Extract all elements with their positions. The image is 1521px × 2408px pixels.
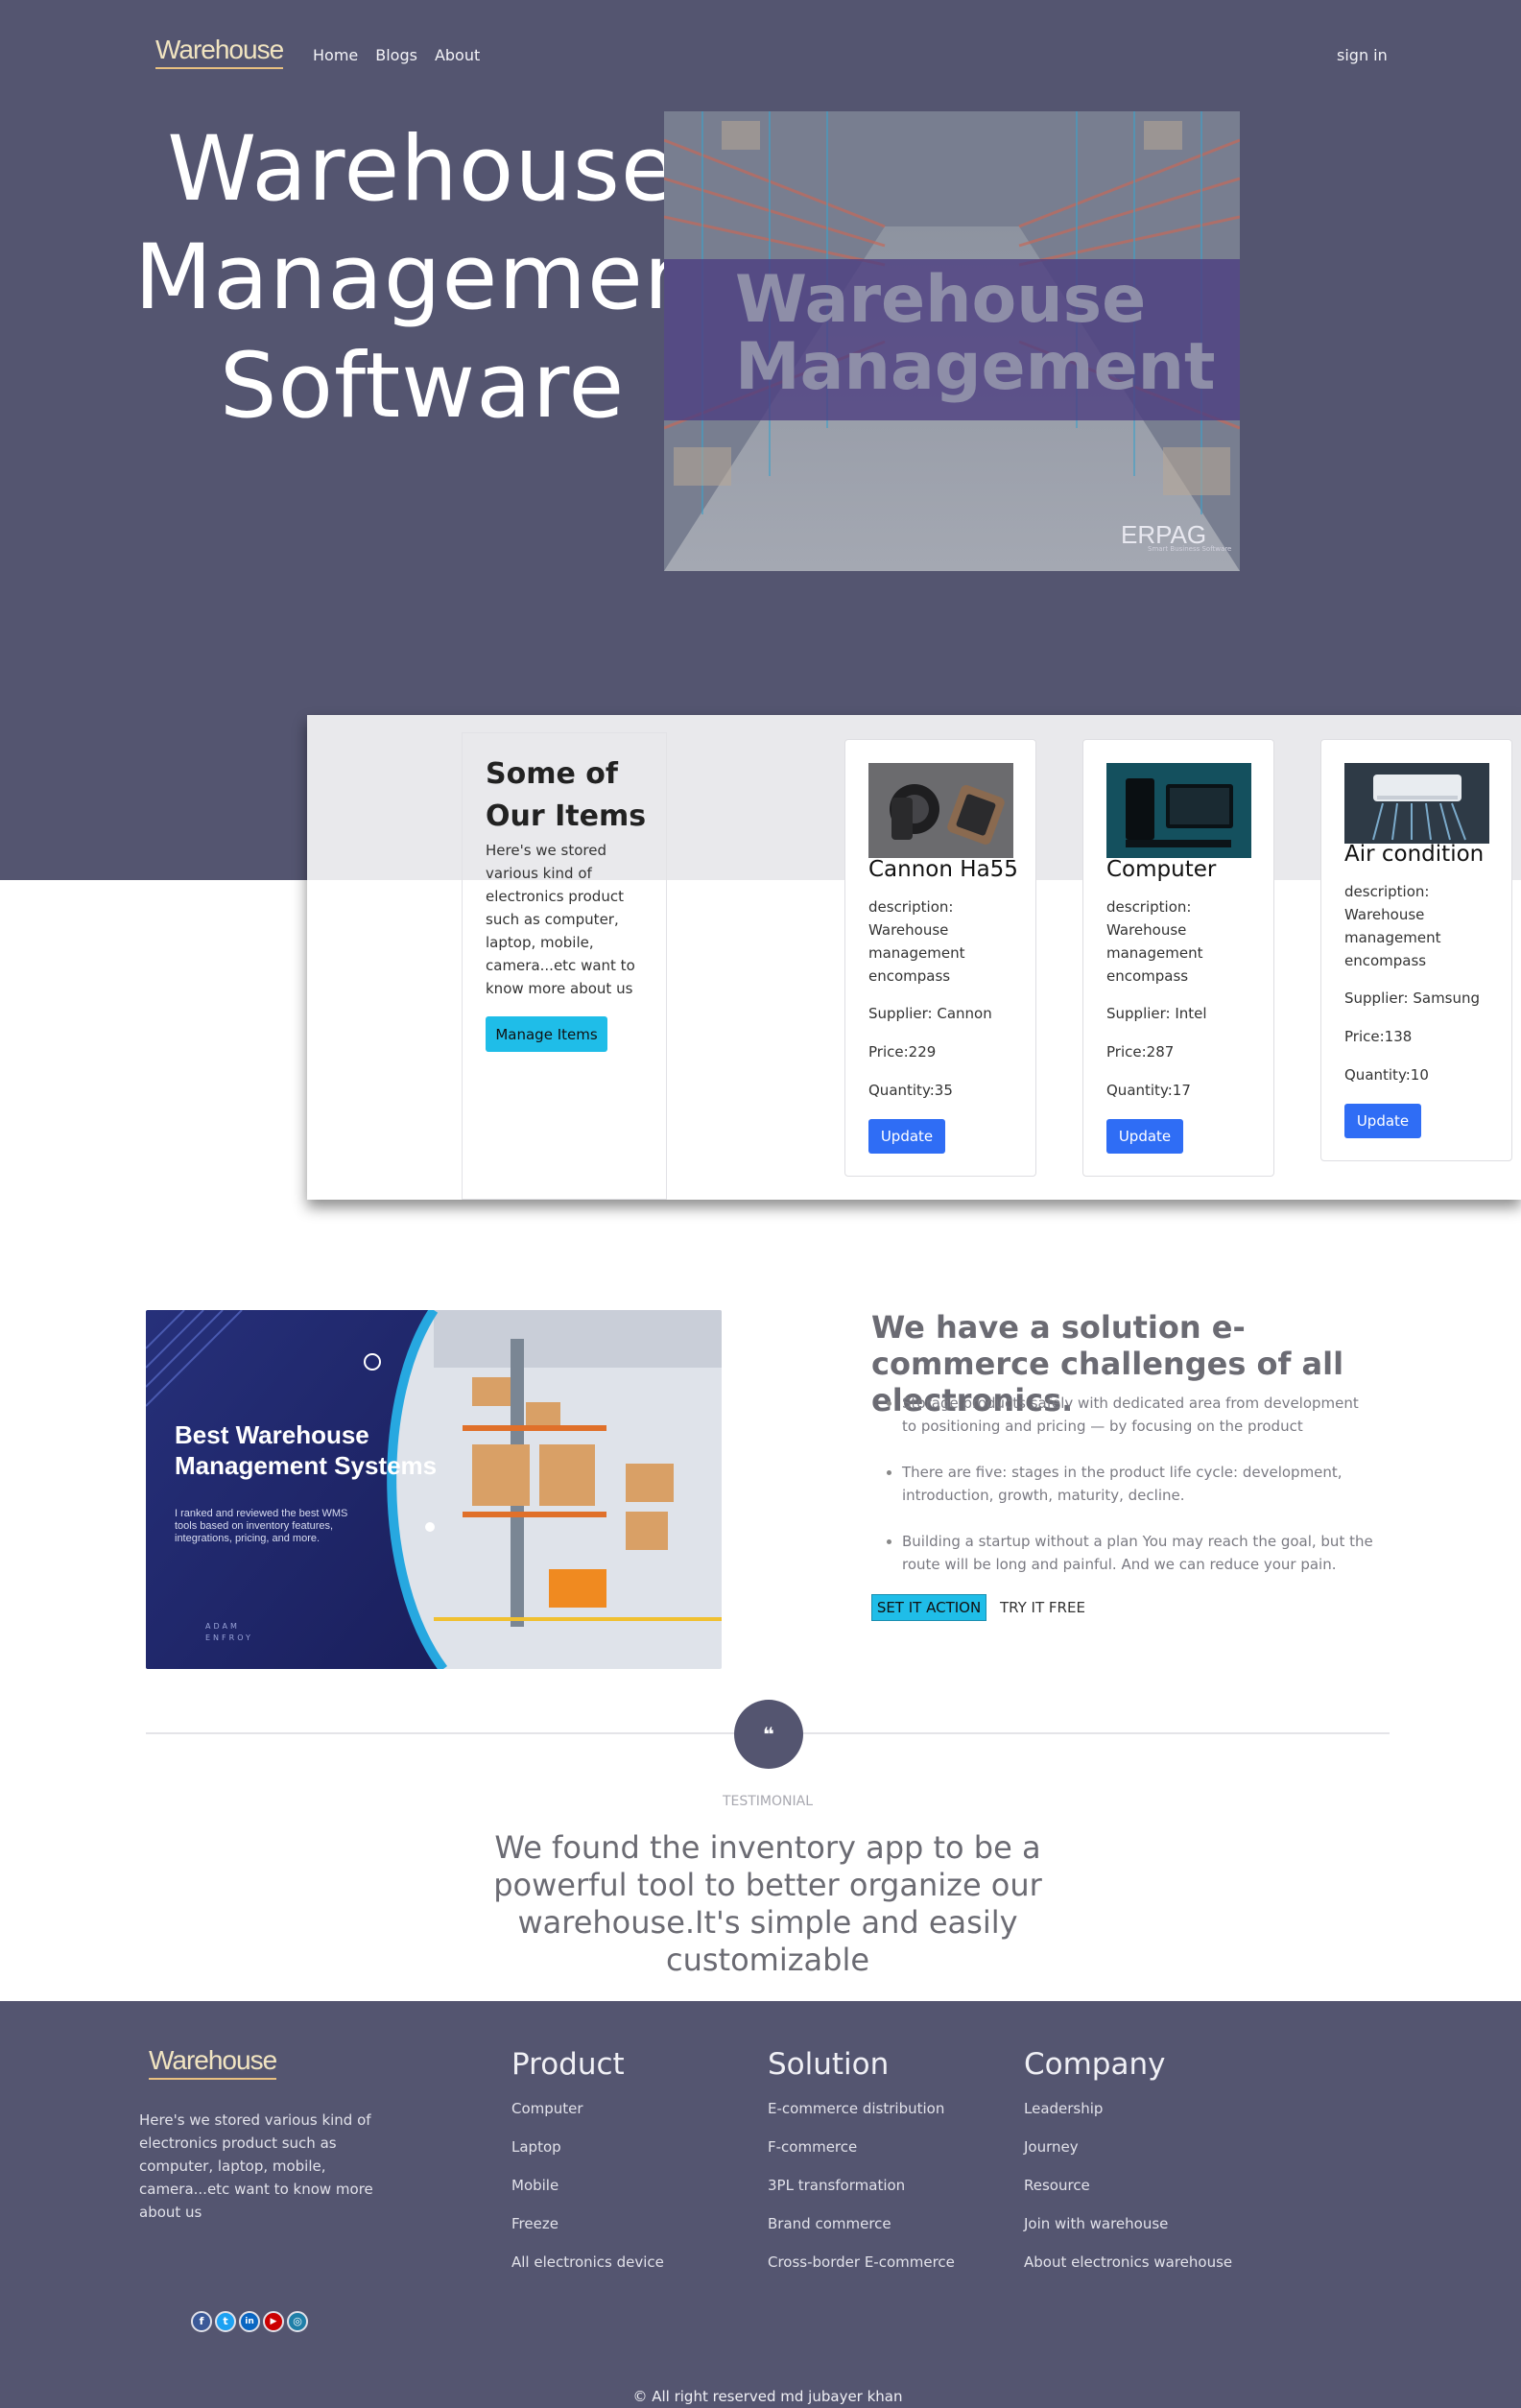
logo-text: Warehouse	[155, 35, 284, 64]
footer-link[interactable]: Journey	[1024, 2128, 1232, 2166]
linkedin-icon[interactable]: in	[239, 2311, 260, 2332]
hero-title-line: Management	[134, 226, 739, 330]
footer-link[interactable]: All electronics device	[511, 2243, 664, 2281]
testimonial-label: TESTIMONIAL	[722, 1794, 814, 1809]
item-quantity: Quantity:17	[1106, 1082, 1191, 1099]
footer-link[interactable]: E-commerce distribution	[768, 2089, 955, 2128]
sign-in-link[interactable]: sign in	[1337, 46, 1388, 64]
item-name: Cannon Ha55	[868, 857, 1018, 882]
air-conditioner-thumbnail	[1344, 763, 1489, 844]
footer-link[interactable]: Resource	[1024, 2166, 1232, 2205]
items-intro-description: Here's we stored various kind of electro…	[486, 842, 635, 997]
item-description: description: Warehouse management encomp…	[868, 898, 965, 985]
item-supplier: Supplier: Intel	[1106, 1005, 1207, 1022]
footer-link[interactable]: 3PL transformation	[768, 2166, 955, 2205]
youtube-icon[interactable]: ▶	[263, 2311, 284, 2332]
nav-about-link[interactable]: About	[435, 46, 480, 64]
camera-thumbnail	[868, 763, 1013, 858]
item-supplier: Supplier: Cannon	[868, 1005, 992, 1022]
manage-items-button[interactable]: Manage Items	[486, 1016, 607, 1052]
footer-link[interactable]: Join with warehouse	[1024, 2205, 1232, 2243]
footer-link[interactable]: About electronics warehouse	[1024, 2243, 1232, 2281]
footer-link[interactable]: Brand commerce	[768, 2205, 955, 2243]
item-description: description: Warehouse management encomp…	[1106, 898, 1203, 985]
solution-points: Storage products safely with dedicated a…	[887, 1392, 1376, 1599]
footer-logo[interactable]: Warehouse	[149, 2045, 277, 2080]
solution-point: Storage products safely with dedicated a…	[887, 1392, 1376, 1438]
testimonial-text: We found the inventory app to be a power…	[493, 1829, 1042, 1978]
footer-link[interactable]: Freeze	[511, 2205, 664, 2243]
wms-promo-image: Best Warehouse Management Systems I rank…	[146, 1310, 722, 1669]
hero-image-caption-line: Management	[735, 329, 1216, 405]
footer-link[interactable]: Mobile	[511, 2166, 664, 2205]
item-price: Price:287	[1106, 1043, 1175, 1061]
wms-illustration	[146, 1310, 722, 1669]
item-name: Computer	[1106, 857, 1217, 882]
hero-image-caption-line: Warehouse	[735, 262, 1147, 338]
social-links: f t in ▶ ◎	[191, 2311, 308, 2332]
hero-title-line: Warehouse	[167, 117, 677, 222]
update-button[interactable]: Update	[1344, 1104, 1421, 1138]
update-button[interactable]: Update	[868, 1119, 945, 1154]
footer-column-company: Company Leadership Journey Resource Join…	[1024, 2045, 1232, 2281]
computer-thumbnail	[1106, 763, 1251, 858]
item-card: Computer description: Warehouse manageme…	[1082, 739, 1274, 1177]
footer-link[interactable]: Leadership	[1024, 2089, 1232, 2128]
footer-link[interactable]: F-commerce	[768, 2128, 955, 2166]
item-quantity: Quantity:35	[868, 1082, 953, 1099]
logo-text: Warehouse	[149, 2045, 277, 2075]
footer-column-title: Company	[1024, 2047, 1166, 2082]
logo-underline	[149, 2078, 277, 2080]
item-supplier: Supplier: Samsung	[1344, 989, 1481, 1007]
wms-image-caption: I ranked and reviewed the best WMS tools…	[175, 1508, 348, 1544]
footer-column-solution: Solution E-commerce distribution F-comme…	[768, 2045, 955, 2281]
items-title-line: Some of	[486, 757, 618, 791]
hero-warehouse-image: Warehouse Management ERPAG Smart Busines…	[664, 111, 1240, 571]
nav-logo[interactable]: Warehouse	[155, 35, 284, 69]
hero-image-caption: Warehouse Management	[735, 267, 1216, 401]
wms-image-title-line: Best Warehouse	[175, 1420, 369, 1449]
wms-image-brand: ADAM ENFROY	[205, 1622, 253, 1642]
item-quantity: Quantity:10	[1344, 1066, 1429, 1084]
solution-point: There are five: stages in the product li…	[887, 1461, 1376, 1507]
hero-title-line: Software	[219, 334, 626, 439]
nav-blogs-link[interactable]: Blogs	[375, 46, 417, 64]
item-description: description: Warehouse management encomp…	[1344, 883, 1441, 969]
wms-image-title-line: Management Systems	[175, 1451, 438, 1480]
erpag-tagline: Smart Business Software	[1148, 545, 1232, 553]
try-it-free-button[interactable]: TRY IT FREE	[1000, 1599, 1085, 1616]
twitter-icon[interactable]: t	[215, 2311, 236, 2332]
footer-link[interactable]: Laptop	[511, 2128, 664, 2166]
footer-column-title: Product	[511, 2047, 625, 2082]
instagram-icon[interactable]: ◎	[287, 2311, 308, 2332]
quote-icon: ❝	[734, 1700, 803, 1769]
item-name: Air condition	[1344, 842, 1485, 867]
item-price: Price:138	[1344, 1028, 1413, 1045]
hero-title: Warehouse Management Software	[134, 115, 739, 441]
footer-column-title: Solution	[768, 2047, 890, 2082]
wms-image-title: Best Warehouse Management Systems	[175, 1419, 437, 1481]
set-it-action-button[interactable]: SET IT ACTION	[871, 1594, 986, 1621]
update-button[interactable]: Update	[1106, 1119, 1183, 1154]
footer-link[interactable]: Cross-border E-commerce	[768, 2243, 955, 2281]
footer-link[interactable]: Computer	[511, 2089, 664, 2128]
items-section-title: Some of Our Items	[486, 753, 646, 838]
copyright-text: © All right reserved md jubayer khan	[632, 2388, 903, 2405]
footer-column-product: Product Computer Laptop Mobile Freeze Al…	[511, 2045, 664, 2281]
nav-home-link[interactable]: Home	[313, 46, 358, 64]
main-nav: Home Blogs About	[313, 46, 480, 64]
footer-description: Here's we stored various kind of electro…	[139, 2111, 373, 2221]
facebook-icon[interactable]: f	[191, 2311, 212, 2332]
items-title-line: Our Items	[486, 799, 647, 833]
item-card: Air condition description: Warehouse man…	[1320, 739, 1512, 1161]
item-card: Cannon Ha55 description: Warehouse manag…	[844, 739, 1036, 1177]
solution-point: Building a startup without a plan You ma…	[887, 1530, 1376, 1576]
item-price: Price:229	[868, 1043, 937, 1061]
logo-underline	[155, 67, 284, 69]
